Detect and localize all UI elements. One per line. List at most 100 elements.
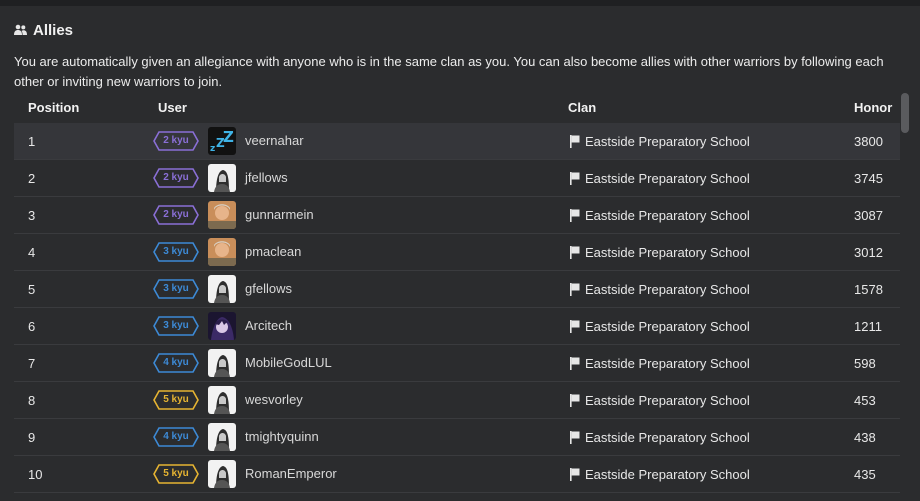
rank-badge: 3 kyu xyxy=(153,316,199,336)
warrior-avatar[interactable] xyxy=(208,423,236,451)
honor-value: 3800 xyxy=(854,134,883,149)
row-position: 3 xyxy=(28,208,36,223)
table-row: 4 3 kyu pmaclean Eastside Preparatory Schoo… xyxy=(14,234,900,271)
photo-avatar[interactable] xyxy=(208,238,236,266)
row-position: 7 xyxy=(28,356,36,371)
table-row: 6 3 kyu Arcitech Eastside Preparatory Schoo… xyxy=(14,308,900,345)
photo-avatar[interactable] xyxy=(208,201,236,229)
honor-value: 1578 xyxy=(854,282,883,297)
clan-link[interactable]: Eastside Preparatory School xyxy=(585,282,750,297)
honor-value: 438 xyxy=(854,430,876,445)
honor-value: 598 xyxy=(854,356,876,371)
clan-link[interactable]: Eastside Preparatory School xyxy=(585,356,750,371)
rank-badge: 2 kyu xyxy=(153,131,199,151)
rank-badge: 3 kyu xyxy=(153,242,199,262)
svg-text:Z: Z xyxy=(223,128,234,146)
allies-table: 1 2 kyu z Z Z veernahar Eastside Preparatory S… xyxy=(14,123,900,493)
honor-value: 3087 xyxy=(854,208,883,223)
svg-text:z: z xyxy=(210,144,215,154)
table-row: 2 2 kyu jfellows Eastside Preparatory Schoo… xyxy=(14,160,900,197)
honor-value: 1211 xyxy=(854,319,882,334)
clan-link[interactable]: Eastside Preparatory School xyxy=(585,134,750,149)
table-row: 9 4 kyu tmightyquinn Eastside Preparatory S… xyxy=(14,419,900,456)
flag-icon xyxy=(570,320,580,333)
user-link[interactable]: tmightyquinn xyxy=(245,429,319,444)
zzz-avatar[interactable]: zZZ xyxy=(208,127,236,155)
honor-value: 435 xyxy=(854,467,876,482)
rank-label: 5 kyu xyxy=(163,468,189,479)
rank-label: 2 kyu xyxy=(163,209,189,220)
users-icon xyxy=(14,24,27,35)
clan-link[interactable]: Eastside Preparatory School xyxy=(585,430,750,445)
row-position: 8 xyxy=(28,393,36,408)
rank-badge: 2 kyu xyxy=(153,168,199,188)
column-header-user[interactable]: User xyxy=(158,100,187,115)
flag-icon xyxy=(570,209,580,222)
table-row: 8 5 kyu wesvorley Eastside Preparatory Scho… xyxy=(14,382,900,419)
table-row: 3 2 kyu gunnarmein Eastside Preparatory Sch… xyxy=(14,197,900,234)
scrollbar-thumb[interactable] xyxy=(901,93,909,133)
flag-icon xyxy=(570,357,580,370)
rank-badge: 3 kyu xyxy=(153,279,199,299)
warrior-avatar[interactable] xyxy=(208,460,236,488)
table-header: Position User Clan Honor xyxy=(14,93,900,123)
warrior-avatar[interactable] xyxy=(208,275,236,303)
row-position: 1 xyxy=(28,134,36,149)
clan-link[interactable]: Eastside Preparatory School xyxy=(585,208,750,223)
rank-label: 3 kyu xyxy=(163,320,189,331)
warrior-avatar[interactable] xyxy=(208,164,236,192)
column-header-position[interactable]: Position xyxy=(28,100,79,115)
rank-label: 5 kyu xyxy=(163,394,189,405)
user-link[interactable]: jfellows xyxy=(245,170,288,185)
user-link[interactable]: pmaclean xyxy=(245,244,301,259)
clan-link[interactable]: Eastside Preparatory School xyxy=(585,319,750,334)
rank-badge: 2 kyu xyxy=(153,205,199,225)
user-link[interactable]: Arcitech xyxy=(245,318,292,333)
honor-value: 3012 xyxy=(854,245,883,260)
rank-badge: 4 kyu xyxy=(153,427,199,447)
clan-link[interactable]: Eastside Preparatory School xyxy=(585,171,750,186)
table-row: 10 5 kyu RomanEmperor Eastside Preparatory … xyxy=(14,456,900,493)
column-header-honor[interactable]: Honor xyxy=(854,100,892,115)
warrior-avatar[interactable] xyxy=(208,349,236,377)
table-row: 7 4 kyu MobileGodLUL Eastside Preparatory S… xyxy=(14,345,900,382)
flag-icon xyxy=(570,283,580,296)
rank-badge: 5 kyu xyxy=(153,390,199,410)
flag-icon xyxy=(570,135,580,148)
row-position: 9 xyxy=(28,430,36,445)
user-link[interactable]: wesvorley xyxy=(245,392,303,407)
allies-header: Allies xyxy=(14,20,73,40)
flag-icon xyxy=(570,468,580,481)
column-header-clan[interactable]: Clan xyxy=(568,100,596,115)
table-row: 5 3 kyu gfellows Eastside Preparatory Schoo… xyxy=(14,271,900,308)
flag-icon xyxy=(570,172,580,185)
rank-label: 2 kyu xyxy=(163,135,189,146)
allies-description: You are automatically given an allegianc… xyxy=(14,54,884,89)
rank-label: 3 kyu xyxy=(163,283,189,294)
row-position: 4 xyxy=(28,245,36,260)
allies-title: Allies xyxy=(33,21,74,39)
user-link[interactable]: veernahar xyxy=(245,133,304,148)
user-link[interactable]: RomanEmperor xyxy=(245,466,337,481)
clan-link[interactable]: Eastside Preparatory School xyxy=(585,467,750,482)
anime-avatar[interactable] xyxy=(208,312,236,340)
clan-link[interactable]: Eastside Preparatory School xyxy=(585,245,750,260)
honor-value: 453 xyxy=(854,393,876,408)
warrior-avatar[interactable] xyxy=(208,386,236,414)
table-row: 1 2 kyu z Z Z veernahar Eastside Preparatory S… xyxy=(14,123,900,160)
flag-icon xyxy=(570,246,580,259)
rank-badge: 5 kyu xyxy=(153,464,199,484)
rank-label: 4 kyu xyxy=(163,431,189,442)
user-link[interactable]: gunnarmein xyxy=(245,207,314,222)
rank-label: 2 kyu xyxy=(163,172,189,183)
row-position: 5 xyxy=(28,282,36,297)
rank-label: 3 kyu xyxy=(163,246,189,257)
row-position: 10 xyxy=(28,467,43,482)
rank-badge: 4 kyu xyxy=(153,353,199,373)
row-position: 2 xyxy=(28,171,36,186)
rank-label: 4 kyu xyxy=(163,357,189,368)
user-link[interactable]: MobileGodLUL xyxy=(245,355,332,370)
row-position: 6 xyxy=(28,319,36,334)
user-link[interactable]: gfellows xyxy=(245,281,292,296)
clan-link[interactable]: Eastside Preparatory School xyxy=(585,393,750,408)
